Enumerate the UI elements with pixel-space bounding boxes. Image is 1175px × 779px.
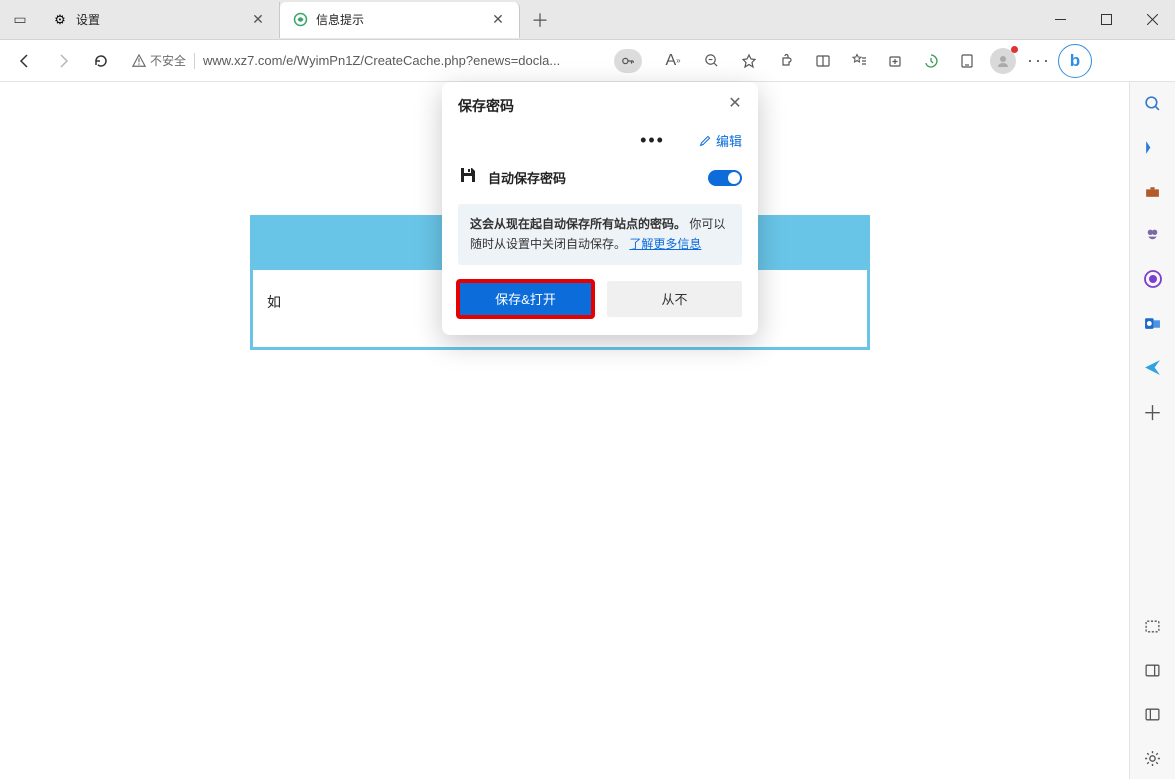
separator [194,53,195,69]
info-banner: 这会从现在起自动保存所有站点的密码。 你可以随时从设置中关闭自动保存。 了解更多… [458,204,742,265]
panel-icon[interactable] [1138,655,1168,685]
history-icon[interactable] [1138,699,1168,729]
maximize-button[interactable] [1083,0,1129,40]
titlebar: ▭ ⚙ 设置 ✕ 信息提示 ✕ ＋ [0,0,1175,40]
not-secure-label: 不安全 [150,52,186,69]
tab-settings[interactable]: ⚙ 设置 ✕ [40,2,280,38]
toolbar: 不安全 www.xz7.com/e/WyimPn1Z/CreateCache.p… [0,40,1175,82]
zoom-button[interactable] [694,44,728,78]
bing-icon: b [1058,44,1092,78]
close-icon[interactable]: ✕ [249,11,267,29]
screenshot-icon[interactable] [1138,611,1168,641]
sidebar: ＋ [1129,82,1175,779]
save-open-button[interactable]: 保存&打开 [458,281,593,317]
gear-icon: ⚙ [52,12,68,28]
close-window-button[interactable] [1129,0,1175,40]
forward-button[interactable] [46,44,80,78]
url-text: www.xz7.com/e/WyimPn1Z/CreateCache.php?e… [203,53,606,68]
read-aloud-button[interactable]: A» [656,44,690,78]
settings-icon[interactable] [1138,743,1168,773]
edit-button[interactable]: 编辑 [699,131,742,150]
tabstrip: ▭ ⚙ 设置 ✕ 信息提示 ✕ ＋ [0,0,1037,39]
tab-info[interactable]: 信息提示 ✕ [280,2,520,38]
tab-actions-button[interactable]: ▭ [0,0,40,40]
pencil-icon [699,134,712,147]
back-button[interactable] [8,44,42,78]
save-password-popover: ✕ 保存密码 ••• 编辑 自动保存密码 这会从现在 [442,82,758,335]
warning-icon [132,54,146,68]
app-button[interactable] [950,44,984,78]
favorites-list-button[interactable] [842,44,876,78]
extensions-button[interactable] [770,44,804,78]
tab-label: 设置 [76,11,241,28]
credential-row: ••• 编辑 [458,126,742,151]
window-controls [1037,0,1175,40]
games-icon[interactable] [1138,220,1168,250]
refresh-button[interactable] [84,44,118,78]
copilot-icon[interactable] [1138,264,1168,294]
autosave-row: 自动保存密码 [458,165,742,190]
bing-button[interactable]: b [1058,44,1092,78]
save-icon [458,165,478,190]
minimize-button[interactable] [1037,0,1083,40]
edit-label: 编辑 [716,131,742,150]
tab-label: 信息提示 [316,11,481,28]
add-icon[interactable]: ＋ [1138,396,1168,426]
autosave-toggle[interactable] [708,170,742,186]
new-tab-button[interactable]: ＋ [524,4,556,36]
shopping-icon[interactable] [1138,132,1168,162]
avatar-icon [990,48,1016,74]
close-icon[interactable]: ✕ [724,92,746,114]
address-bar[interactable]: 不安全 www.xz7.com/e/WyimPn1Z/CreateCache.p… [122,45,652,77]
split-screen-button[interactable] [806,44,840,78]
not-secure-badge[interactable]: 不安全 [132,52,186,69]
password-key-icon[interactable] [614,49,642,73]
password-dots: ••• [640,130,665,151]
performance-button[interactable] [914,44,948,78]
send-icon[interactable] [1138,352,1168,382]
profile-button[interactable] [986,44,1020,78]
page: 如 ✕ 保存密码 ••• 编辑 自动保存密码 [0,82,1129,779]
search-icon[interactable] [1138,88,1168,118]
never-button[interactable]: 从不 [607,281,742,317]
popover-title: 保存密码 [458,96,742,116]
tools-icon[interactable] [1138,176,1168,206]
more-button[interactable]: ··· [1022,44,1056,78]
close-icon[interactable]: ✕ [489,11,507,29]
favorite-button[interactable] [732,44,766,78]
outlook-icon[interactable] [1138,308,1168,338]
learn-more-link[interactable]: 了解更多信息 [629,237,701,251]
content-area: 如 ✕ 保存密码 ••• 编辑 自动保存密码 [0,82,1175,779]
popover-actions: 保存&打开 从不 [458,281,742,317]
info-strong: 这会从现在起自动保存所有站点的密码。 [470,217,686,231]
collections-button[interactable] [878,44,912,78]
autosave-label: 自动保存密码 [488,168,698,187]
page-icon [292,12,308,28]
